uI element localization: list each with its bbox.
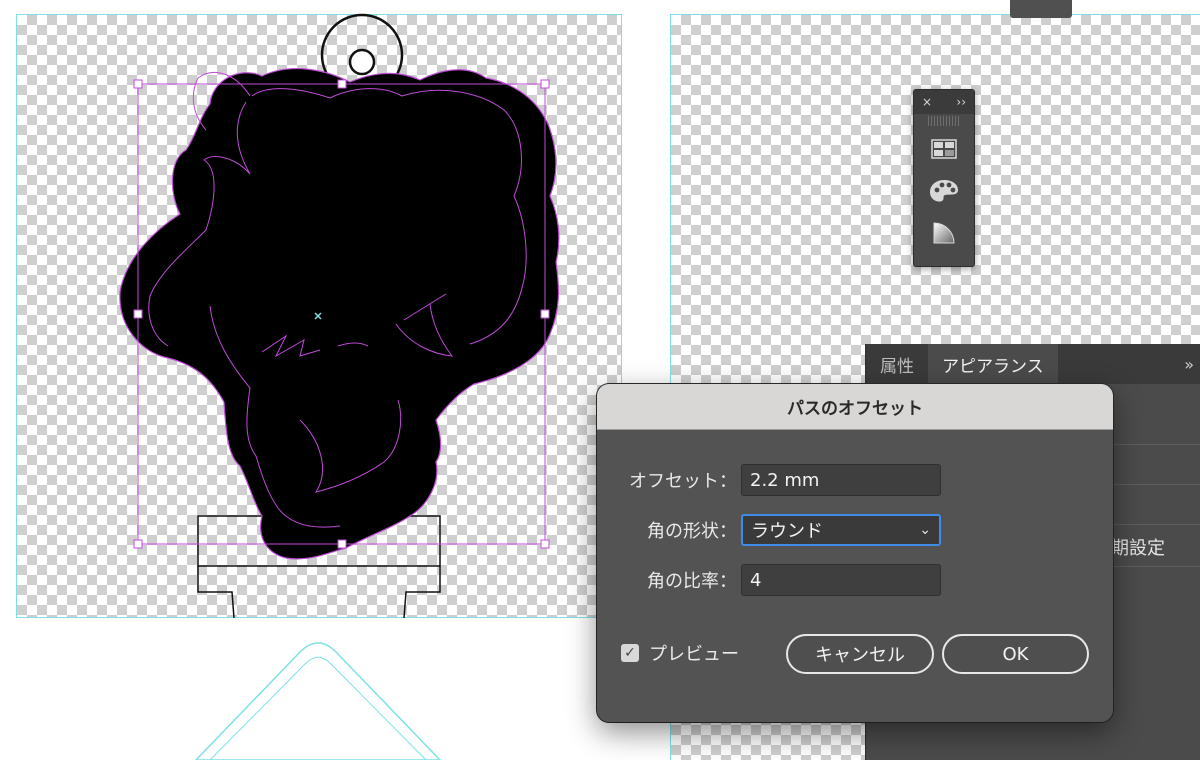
expand-icon[interactable]: ›› — [956, 95, 966, 109]
ok-button[interactable]: OK — [942, 634, 1089, 674]
grid-swatches-icon — [931, 139, 957, 159]
corner-select[interactable]: ラウンド ⌄ — [741, 514, 941, 546]
floating-tool-panel: × ›› — [913, 89, 975, 267]
panel-divider — [1112, 484, 1200, 485]
preview-label: プレビュー — [649, 644, 739, 665]
cancel-button[interactable]: キャンセル — [786, 634, 934, 674]
chevron-down-icon: ⌄ — [919, 522, 931, 538]
ratio-input[interactable]: 4 — [741, 564, 941, 596]
tab-appearance[interactable]: アピアランス — [928, 344, 1058, 384]
offset-path-dialog: パスのオフセット オフセット： 2.2 mm 角の形状： ラウンド ⌄ 角の比率… — [597, 384, 1113, 722]
panel-divider — [1112, 444, 1200, 445]
panel-menu-icon[interactable]: » — [1184, 344, 1200, 384]
tool-panel-header: × ›› — [914, 90, 974, 114]
checkbox-checked-icon[interactable]: ✓ — [621, 644, 639, 662]
corner-row: 角の形状： ラウンド ⌄ — [597, 514, 941, 546]
ratio-row: 角の比率： 4 — [597, 564, 941, 596]
offset-input[interactable]: 2.2 mm — [741, 464, 941, 496]
corner-value: ラウンド — [751, 521, 823, 542]
panel-grip[interactable] — [928, 116, 960, 126]
preview-checkbox[interactable]: ✓ プレビュー — [621, 640, 739, 666]
reset-defaults-label[interactable]: 期設定 — [1111, 534, 1165, 560]
offset-label: オフセット： — [629, 471, 737, 492]
panel-divider — [1112, 566, 1200, 567]
panel-divider — [1112, 524, 1200, 525]
panel-tabs: 属性 アピアランス » — [866, 344, 1200, 384]
tab-properties[interactable]: 属性 — [866, 344, 928, 384]
ratio-label: 角の比率： — [647, 571, 737, 592]
palette-tool-button[interactable] — [914, 170, 974, 212]
palette-icon — [930, 180, 958, 202]
dialog-title[interactable]: パスのオフセット — [597, 384, 1113, 430]
star-shape[interactable] — [194, 642, 442, 760]
offset-row: オフセット： 2.2 mm — [597, 464, 941, 496]
gradient-icon — [933, 222, 955, 244]
gradient-tool-button[interactable] — [914, 212, 974, 254]
corner-label: 角の形状： — [647, 521, 737, 542]
close-icon[interactable]: × — [922, 95, 932, 109]
swatches-tool-button[interactable] — [914, 128, 974, 170]
